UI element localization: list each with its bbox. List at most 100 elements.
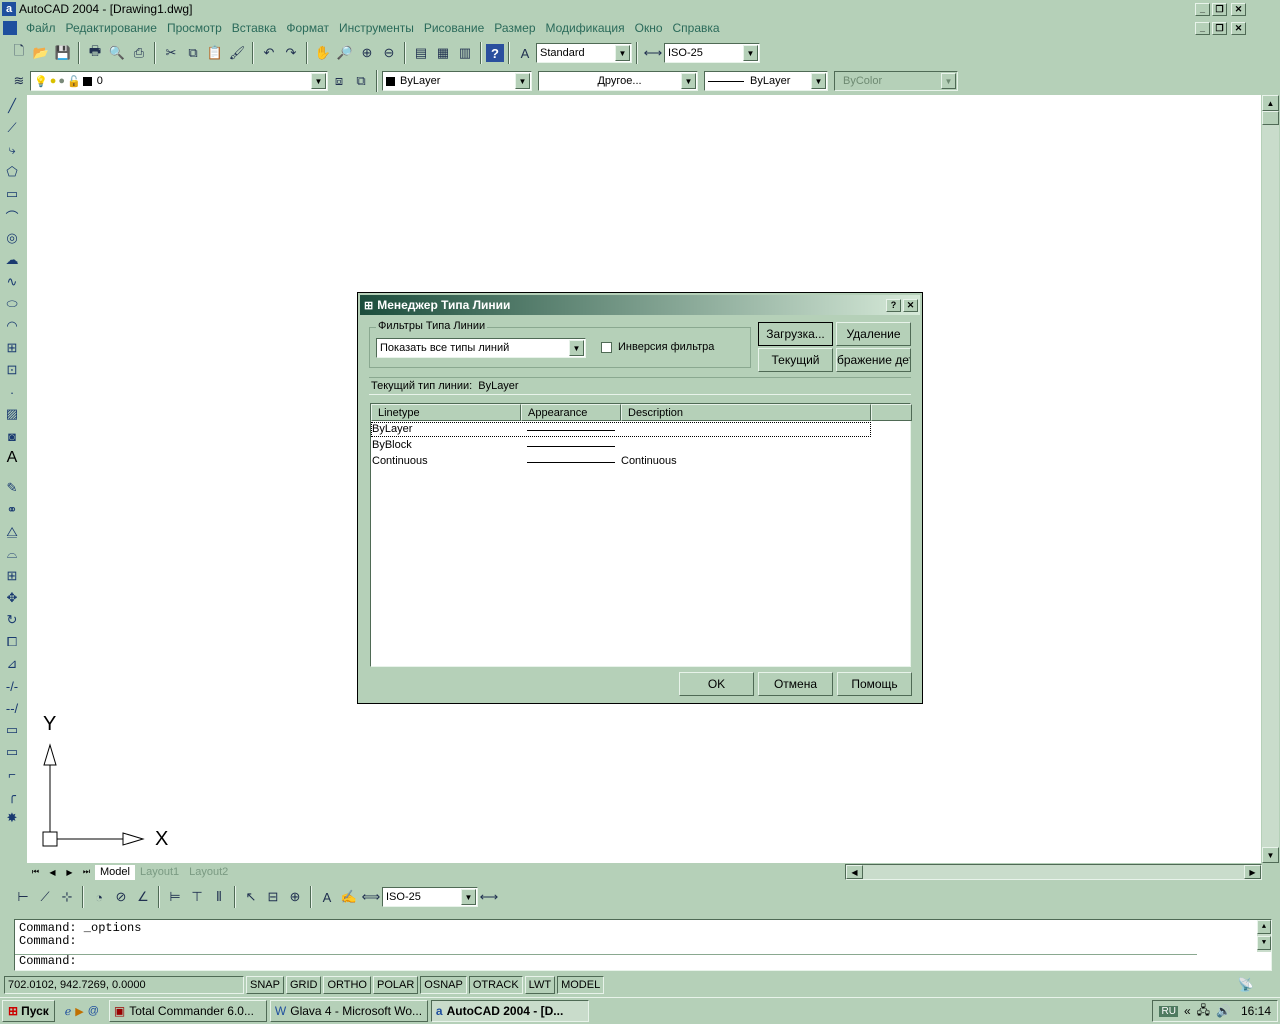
scroll-down-icon[interactable]: ▼ bbox=[1262, 847, 1279, 863]
offset-icon[interactable]: ⌓ bbox=[1, 543, 23, 565]
help-button[interactable]: Помощь bbox=[837, 672, 912, 696]
app-minimize-button[interactable]: _ bbox=[1195, 2, 1210, 16]
internet-explorer-icon[interactable]: ℯ bbox=[65, 1005, 72, 1018]
delete-button[interactable]: Удаление bbox=[836, 322, 911, 346]
continue-dimension-icon[interactable]: ⫴ bbox=[208, 886, 230, 908]
polar-toggle[interactable]: POLAR bbox=[373, 976, 419, 994]
redo-icon[interactable]: ↷ bbox=[280, 42, 302, 64]
cut-icon[interactable]: ✂ bbox=[160, 42, 182, 64]
osnap-toggle[interactable]: OSNAP bbox=[420, 976, 467, 994]
mirror-icon[interactable]: ⧋ bbox=[1, 521, 23, 543]
menu-window[interactable]: Окно bbox=[630, 21, 668, 35]
scroll-down-icon[interactable]: ▼ bbox=[1257, 936, 1271, 950]
next-tab-icon[interactable]: ▶ bbox=[61, 865, 78, 879]
command-scrollbar[interactable]: ▲ ▼ bbox=[1257, 920, 1271, 952]
save-icon[interactable]: 💾 bbox=[52, 42, 74, 64]
coordinates-display[interactable]: 702.0102, 942.7269, 0.0000 bbox=[4, 976, 244, 994]
break-at-point-icon[interactable]: ▭ bbox=[1, 741, 23, 763]
dialog-help-button[interactable]: ? bbox=[886, 298, 901, 312]
help-icon[interactable]: ? bbox=[486, 44, 504, 62]
filter-combo[interactable]: Показать все типы линий ▼ bbox=[376, 338, 586, 358]
text-style-icon[interactable]: A bbox=[514, 42, 536, 64]
network-icon[interactable]: 🖧 bbox=[1197, 1001, 1210, 1022]
design-center-icon[interactable]: ▦ bbox=[432, 42, 454, 64]
copy-icon[interactable]: ⧉ bbox=[182, 42, 204, 64]
arc-icon[interactable]: ⌒ bbox=[1, 205, 23, 227]
open-icon[interactable]: 📂 bbox=[30, 42, 52, 64]
media-player-icon[interactable]: ▶ bbox=[75, 1005, 83, 1018]
cancel-button[interactable]: Отмена bbox=[758, 672, 833, 696]
aligned-dimension-icon[interactable]: ⟋ bbox=[34, 886, 56, 908]
move-icon[interactable]: ✥ bbox=[1, 587, 23, 609]
lineweight-combo[interactable]: ByLayer ▼ bbox=[704, 71, 828, 91]
scroll-left-icon[interactable]: ◀ bbox=[846, 865, 863, 879]
outlook-icon[interactable]: @ bbox=[88, 1005, 99, 1018]
pan-icon[interactable]: ✋ bbox=[312, 42, 334, 64]
menu-tools[interactable]: Инструменты bbox=[334, 21, 419, 35]
erase-icon[interactable]: ✎ bbox=[1, 477, 23, 499]
center-mark-icon[interactable]: ⊕ bbox=[284, 886, 306, 908]
polyline-icon[interactable]: ⤷ bbox=[1, 139, 23, 161]
layer-combo[interactable]: 💡 ● ● 🔓 0 ▼ bbox=[30, 71, 328, 91]
app-close-button[interactable]: ✕ bbox=[1231, 2, 1246, 16]
chevron-down-icon[interactable]: ▼ bbox=[461, 889, 476, 905]
point-icon[interactable]: · bbox=[1, 381, 23, 403]
text-style-combo[interactable]: Standard ▼ bbox=[536, 43, 632, 63]
zoom-previous-icon[interactable]: ⊖ bbox=[378, 42, 400, 64]
angular-dimension-icon[interactable]: ∠ bbox=[132, 886, 154, 908]
previous-tab-icon[interactable]: ◀ bbox=[44, 865, 61, 879]
paste-icon[interactable]: 📋 bbox=[204, 42, 226, 64]
construction-line-icon[interactable]: ⟋ bbox=[1, 117, 23, 139]
ellipse-icon[interactable]: ⬭ bbox=[1, 293, 23, 315]
properties-icon[interactable]: ▤ bbox=[410, 42, 432, 64]
menu-format[interactable]: Формат bbox=[281, 21, 334, 35]
chevron-down-icon[interactable]: ▼ bbox=[615, 45, 630, 61]
volume-icon[interactable]: 🔊 bbox=[1216, 1004, 1231, 1018]
ortho-toggle[interactable]: ORTHO bbox=[323, 976, 371, 994]
leader-icon[interactable]: ↖ bbox=[240, 886, 262, 908]
tab-model[interactable]: Model bbox=[95, 864, 135, 880]
linear-dimension-icon[interactable]: ⊢ bbox=[12, 886, 34, 908]
layer-previous-icon[interactable]: ⧉ bbox=[350, 70, 372, 92]
ok-button[interactable]: OK bbox=[679, 672, 754, 696]
rectangle-icon[interactable]: ▭ bbox=[1, 183, 23, 205]
polygon-icon[interactable]: ⬠ bbox=[1, 161, 23, 183]
doc-minimize-button[interactable]: _ bbox=[1195, 21, 1210, 35]
column-header-appearance[interactable]: Appearance bbox=[521, 404, 621, 421]
command-input[interactable]: Command: bbox=[15, 954, 1197, 970]
dimension-text-edit-icon[interactable]: ✍ bbox=[338, 886, 360, 908]
scroll-thumb[interactable] bbox=[1262, 111, 1279, 125]
task-total-commander[interactable]: ▣ Total Commander 6.0... bbox=[108, 1000, 267, 1022]
menu-file[interactable]: Файл bbox=[21, 21, 61, 35]
chevron-down-icon[interactable]: ▼ bbox=[515, 73, 530, 89]
dimension-update-icon[interactable]: ⟺ bbox=[360, 886, 382, 908]
color-combo[interactable]: ByLayer ▼ bbox=[382, 71, 532, 91]
publish-icon[interactable]: ⎙ bbox=[128, 42, 150, 64]
make-layer-current-icon[interactable]: ⧈ bbox=[328, 70, 350, 92]
snap-toggle[interactable]: SNAP bbox=[246, 976, 284, 994]
copy-object-icon[interactable]: ⚭ bbox=[1, 499, 23, 521]
ellipse-arc-icon[interactable]: ◠ bbox=[1, 315, 23, 337]
rotate-icon[interactable]: ↻ bbox=[1, 609, 23, 631]
tab-layout1[interactable]: Layout1 bbox=[135, 865, 184, 880]
table-row[interactable]: ByLayer bbox=[371, 422, 912, 438]
dim-style-combo[interactable]: ISO-25 ▼ bbox=[664, 43, 760, 63]
tolerance-icon[interactable]: ⊟ bbox=[262, 886, 284, 908]
menu-insert[interactable]: Вставка bbox=[227, 21, 282, 35]
baseline-dimension-icon[interactable]: ⊤ bbox=[186, 886, 208, 908]
command-window[interactable]: Command: _options Command: Command: ▲ ▼ bbox=[14, 919, 1272, 971]
fillet-icon[interactable]: ╭ bbox=[1, 785, 23, 807]
menu-modify[interactable]: Модификация bbox=[541, 21, 630, 35]
radius-dimension-icon[interactable]: ◔ bbox=[88, 886, 110, 908]
hatch-icon[interactable]: ▨ bbox=[1, 403, 23, 425]
revision-cloud-icon[interactable]: ☁ bbox=[1, 249, 23, 271]
doc-close-button[interactable]: ✕ bbox=[1231, 21, 1246, 35]
print-icon[interactable]: 🖶 bbox=[84, 42, 106, 64]
chevron-down-icon[interactable]: ▼ bbox=[811, 73, 826, 89]
last-tab-icon[interactable]: ⏭ bbox=[78, 865, 95, 879]
circle-icon[interactable]: ◎ bbox=[1, 227, 23, 249]
dim-style-icon[interactable]: ⟷ bbox=[642, 42, 664, 64]
scroll-up-icon[interactable]: ▲ bbox=[1262, 95, 1279, 111]
zoom-window-icon[interactable]: ⊕ bbox=[356, 42, 378, 64]
scroll-up-icon[interactable]: ▲ bbox=[1257, 920, 1271, 934]
